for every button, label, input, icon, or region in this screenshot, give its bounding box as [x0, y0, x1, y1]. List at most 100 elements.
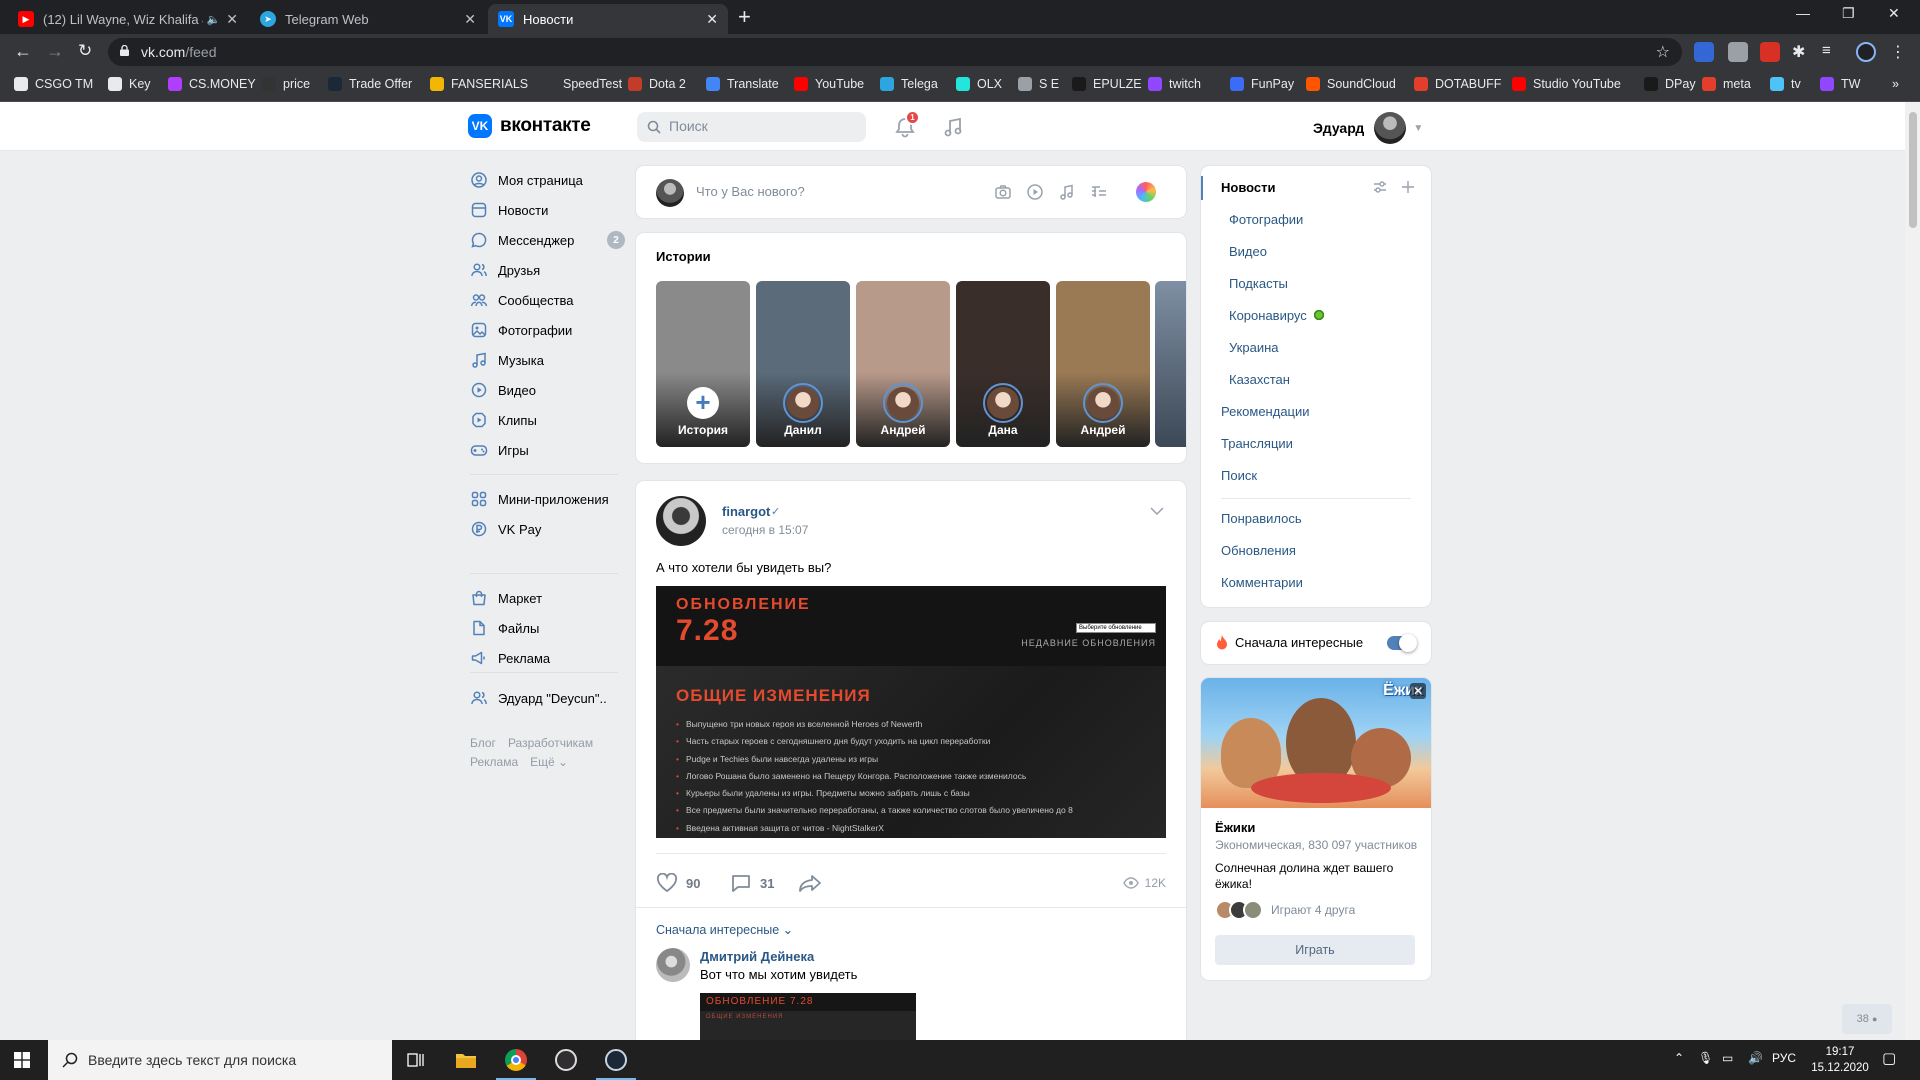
volume-icon[interactable]: 🔊 [1748, 1051, 1763, 1065]
left-menu-item-files[interactable]: Файлы [470, 616, 625, 640]
filter-sub-item[interactable]: Украина [1229, 340, 1279, 355]
left-menu-item-mini-apps[interactable]: Мини-приложения [470, 487, 625, 511]
bookmark-0[interactable]: CSGO TM [14, 77, 93, 91]
notifications-center-icon[interactable]: ▢ [1882, 1049, 1896, 1067]
comments-sort-dropdown[interactable]: Сначала интересные ⌄ [656, 922, 793, 937]
filter-item[interactable]: Поиск [1221, 468, 1257, 483]
game-ad-artwork[interactable]: Ёжик [1201, 678, 1431, 808]
post-image[interactable]: ОБНОВЛЕНИЕ 7.28 Выберите обновление НЕДА… [656, 586, 1166, 838]
adblock-icon[interactable] [1760, 42, 1780, 62]
bookmark-16[interactable]: SoundCloud [1306, 77, 1396, 91]
add-icon[interactable] [1401, 180, 1415, 194]
story-card[interactable]: Андрей [1056, 281, 1150, 447]
bookmark-10[interactable]: Telega [880, 77, 938, 91]
bookmarks-overflow-icon[interactable]: » [1892, 77, 1899, 91]
article-icon[interactable] [1090, 183, 1108, 201]
bookmark-6[interactable]: SpeedTest [542, 77, 622, 91]
close-ad-icon[interactable]: ✕ [1410, 683, 1426, 699]
extension-icon-photo[interactable] [1728, 42, 1748, 62]
footer-link-more[interactable]: Ещё ⌄ [530, 755, 568, 769]
left-menu-item-vk-pay[interactable]: VK Pay [470, 517, 625, 541]
bookmark-14[interactable]: twitch [1148, 77, 1201, 91]
new-tab-button[interactable]: + [738, 6, 751, 28]
left-menu-item-clips[interactable]: Клипы [470, 408, 625, 432]
browser-tab-youtube[interactable]: ▶ (12) Lil Wayne, Wiz Khalifa & 🔈 ✕ [8, 4, 248, 34]
story-card[interactable]: Дана [956, 281, 1050, 447]
left-menu-item-photos[interactable]: Фотографии [470, 318, 625, 342]
filter-sub-item[interactable]: Фотографии [1229, 212, 1303, 227]
notifications-button[interactable]: 1 [894, 110, 920, 138]
like-button[interactable]: 90 [656, 873, 700, 893]
tab-close-icon[interactable]: ✕ [706, 11, 718, 28]
bookmark-13[interactable]: EPULZE [1072, 77, 1142, 91]
comment-author-avatar[interactable] [656, 948, 690, 982]
tab-close-icon[interactable]: ✕ [226, 11, 238, 28]
filter-sub-item[interactable]: Коронавирус [1229, 308, 1325, 323]
reload-icon[interactable]: ↻ [78, 42, 92, 60]
music-icon[interactable] [1058, 183, 1076, 201]
extension-icon-new[interactable] [1694, 42, 1714, 62]
address-bar[interactable]: vk.com/feed ☆ [108, 38, 1682, 66]
left-menu-item-games[interactable]: Игры [470, 438, 625, 462]
post-composer[interactable]: Что у Вас нового? [636, 166, 1186, 218]
restore-icon[interactable]: ❐ [1842, 5, 1855, 22]
post-author-name[interactable]: finargot [722, 504, 770, 519]
bookmark-8[interactable]: Translate [706, 77, 779, 91]
page-scrollbar[interactable] [1905, 102, 1920, 1040]
left-menu-item-market[interactable]: Маркет [470, 586, 625, 610]
filter-news[interactable]: Новости [1221, 180, 1276, 195]
back-icon[interactable]: ← [14, 42, 32, 60]
left-menu-item-news[interactable]: Новости [470, 198, 625, 222]
mute-icon[interactable]: 🔈 [207, 13, 221, 26]
story-card[interactable]: Андрей [856, 281, 950, 447]
bookmark-1[interactable]: Key [108, 77, 151, 91]
filter-item[interactable]: Трансляции [1221, 436, 1293, 451]
scrollbar-thumb[interactable] [1909, 112, 1917, 228]
taskbar-search[interactable]: Введите здесь текст для поиска [48, 1040, 392, 1080]
composer-placeholder[interactable]: Что у Вас нового? [696, 184, 805, 199]
minimize-icon[interactable]: — [1796, 5, 1810, 21]
story-card[interactable]: Данил [756, 281, 850, 447]
add-story-card[interactable]: + История [656, 281, 750, 447]
user-menu[interactable]: Эдуард ▼ [1313, 112, 1423, 144]
left-menu-item-friends[interactable]: Друзья [470, 258, 625, 282]
bookmark-21[interactable]: tv [1770, 77, 1801, 91]
close-window-icon[interactable]: ✕ [1888, 5, 1900, 22]
camera-icon[interactable] [994, 183, 1012, 201]
footer-link-ads[interactable]: Реклама [470, 755, 518, 769]
left-menu-item-ads[interactable]: Реклама [470, 646, 625, 670]
color-mode-icon[interactable] [1136, 182, 1156, 202]
filter-sub-item[interactable]: Подкасты [1229, 276, 1288, 291]
bookmark-3[interactable]: price [262, 77, 310, 91]
filter-item[interactable]: Обновления [1221, 543, 1296, 558]
bookmark-5[interactable]: FANSERIALS [430, 77, 528, 91]
bookmark-star-icon[interactable]: ☆ [1656, 42, 1670, 62]
bookmark-12[interactable]: S E [1018, 77, 1059, 91]
music-player-button[interactable] [942, 116, 964, 138]
filter-item[interactable]: Понравилось [1221, 511, 1302, 526]
windows-start-icon[interactable] [14, 1052, 30, 1068]
video-icon[interactable] [1026, 183, 1044, 201]
filter-item[interactable]: Рекомендации [1221, 404, 1310, 419]
task-view-icon[interactable] [392, 1040, 440, 1080]
microphone-icon[interactable]: 🎙 [1698, 1051, 1713, 1065]
vk-logo[interactable]: VK вконтакте [468, 114, 591, 138]
filter-item[interactable]: Комментарии [1221, 575, 1303, 590]
post-author-avatar[interactable] [656, 496, 706, 546]
play-button[interactable]: Играть [1215, 935, 1415, 965]
story-card-partial[interactable] [1155, 281, 1186, 447]
left-menu-item-music[interactable]: Музыка [470, 348, 625, 372]
vk-search-input[interactable] [669, 118, 849, 134]
chevron-down-icon[interactable] [1150, 507, 1164, 515]
chrome-icon[interactable] [492, 1040, 540, 1080]
tab-close-icon[interactable]: ✕ [464, 11, 476, 28]
steam-icon[interactable] [592, 1040, 640, 1080]
comment-author-name[interactable]: Дмитрий Дейнека [700, 949, 814, 964]
taskbar-clock[interactable]: 19:17 15.12.2020 [1810, 1044, 1870, 1076]
language-indicator[interactable]: РУС [1772, 1051, 1796, 1065]
forward-icon[interactable]: → [46, 42, 64, 60]
bookmark-18[interactable]: Studio YouTube [1512, 77, 1621, 91]
browser-tab-vk-news[interactable]: VK Новости ✕ [488, 4, 728, 34]
extensions-puzzle-icon[interactable]: ✱ [1792, 42, 1812, 62]
profile-avatar-icon[interactable] [1856, 42, 1876, 62]
